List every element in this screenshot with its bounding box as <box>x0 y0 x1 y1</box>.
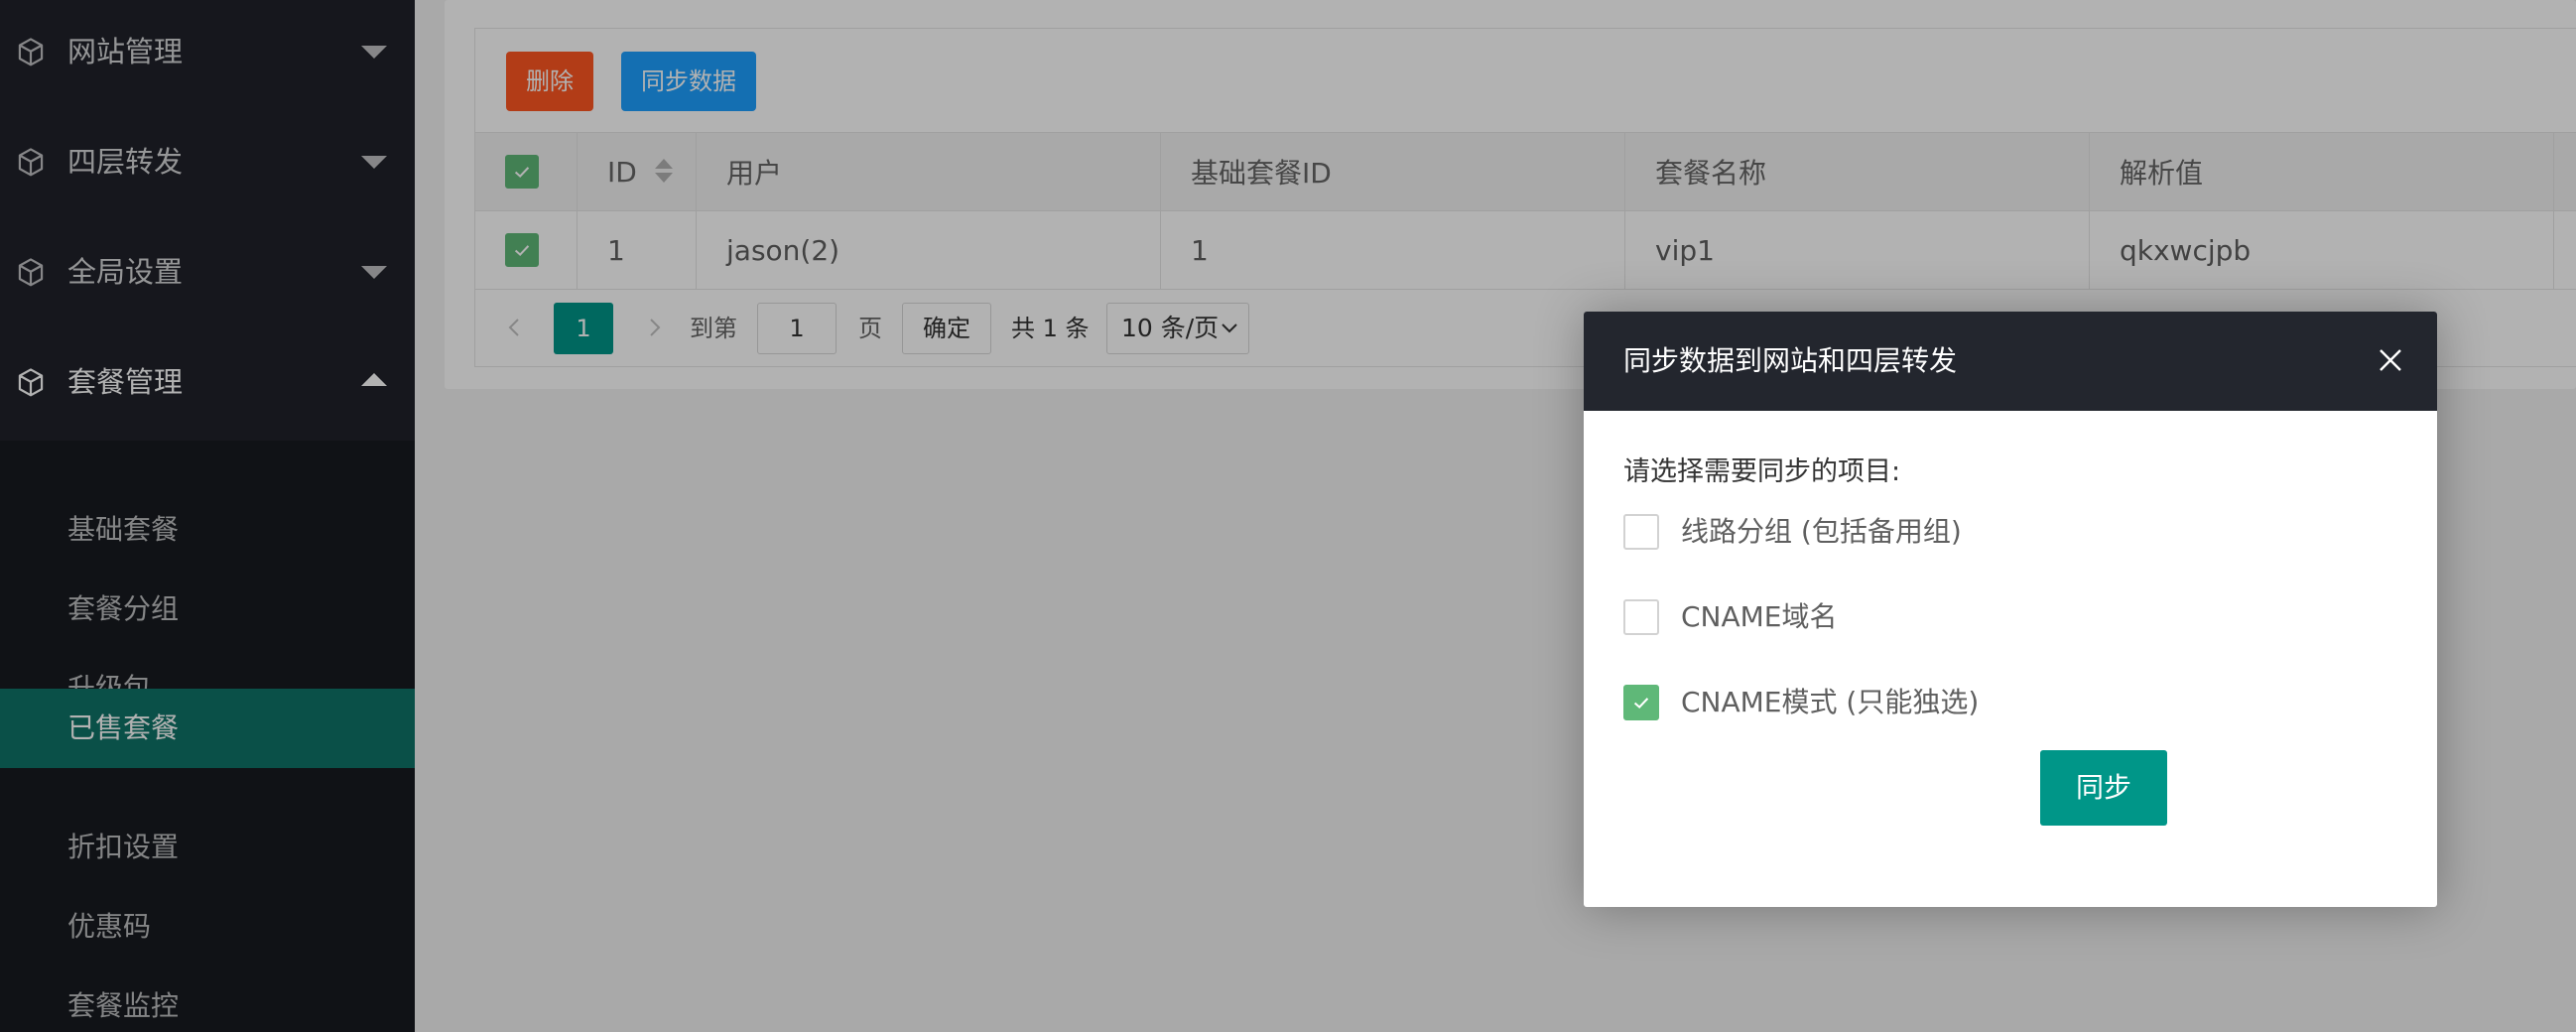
checkbox[interactable] <box>1623 599 1659 635</box>
sync-confirm-button[interactable]: 同步 <box>2040 750 2167 826</box>
sync-dialog: 同步数据到网站和四层转发 请选择需要同步的项目: 线路分组 (包括备用组) CN… <box>1584 312 2437 907</box>
dialog-title: 同步数据到网站和四层转发 <box>1623 344 1958 377</box>
dialog-prompt: 请选择需要同步的项目: <box>1623 456 1901 487</box>
dialog-header: 同步数据到网站和四层转发 <box>1584 312 2437 411</box>
check-icon <box>1633 698 1649 709</box>
checkbox[interactable] <box>1623 514 1659 550</box>
option-label: 线路分组 (包括备用组) <box>1681 515 1962 548</box>
option-label: CNAME域名 <box>1681 600 1838 633</box>
close-icon[interactable] <box>2378 347 2403 373</box>
checkbox[interactable] <box>1623 685 1659 720</box>
option-label: CNAME模式 (只能独选) <box>1681 686 1980 718</box>
